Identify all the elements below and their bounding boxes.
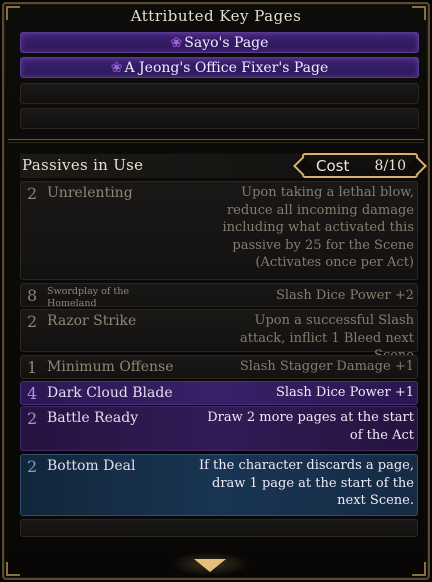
passive-name: Bottom Deal	[47, 458, 136, 474]
passive-row-battle-ready[interactable]: 2 Battle Ready Draw 2 more pages at the …	[20, 406, 418, 451]
scroll-down-arrow-icon[interactable]	[194, 559, 226, 572]
passive-description: Slash Stagger Damage +1	[239, 359, 414, 374]
key-page-label: A Jeong's Office Fixer's Page	[124, 59, 329, 76]
cost-value: 8/10	[374, 157, 406, 174]
passive-cost: 2	[27, 184, 38, 203]
passive-description: If the character discards a page, draw 1…	[198, 458, 414, 508]
passive-description: Upon taking a lethal blow, reduce all in…	[222, 185, 414, 270]
passive-row-minimum-offense[interactable]: 1 Minimum Offense Slash Stagger Damage +…	[20, 355, 418, 379]
passives-header: Passives in Use Cost 8/10	[20, 153, 420, 178]
passive-cost: 2	[27, 312, 38, 331]
frame-corner	[6, 562, 20, 576]
passive-cost: 4	[27, 384, 38, 403]
passive-cost: 1	[27, 358, 38, 377]
passive-name: Razor Strike	[47, 313, 137, 329]
passive-cost: 8	[27, 286, 38, 305]
passive-row-empty[interactable]	[20, 519, 418, 537]
passive-row-dark-cloud-blade[interactable]: 4 Dark Cloud Blade Slash Dice Power +1	[20, 381, 418, 405]
section-divider	[8, 136, 424, 144]
key-page-slot-empty[interactable]	[20, 83, 419, 104]
frame-corner	[412, 562, 426, 576]
flower-emblem-icon: ❀	[110, 59, 123, 76]
passive-name: Battle Ready	[47, 410, 139, 426]
flower-emblem-icon: ❀	[170, 34, 183, 51]
passive-description: Slash Dice Power +2	[275, 288, 414, 303]
key-pages-title: Attributed Key Pages	[130, 7, 302, 25]
passive-name: Minimum Offense	[47, 359, 174, 375]
passive-description: Draw 2 more pages at the start of the Ac…	[207, 410, 414, 443]
passive-description: Slash Dice Power +1	[275, 385, 414, 400]
passive-row-bottom-deal[interactable]: 2 Bottom Deal If the character discards …	[20, 454, 418, 516]
passive-name: Unrelenting	[47, 185, 133, 201]
passive-row-razor-strike[interactable]: 2 Razor Strike Upon a successful Slash a…	[20, 309, 418, 363]
key-page-slot-sayo[interactable]: ❀ Sayo's Page	[20, 32, 419, 53]
passives-title: Passives in Use	[22, 156, 144, 174]
key-page-slot-ajeong[interactable]: ❀ A Jeong's Office Fixer's Page	[20, 57, 419, 78]
cost-label: Cost	[316, 156, 350, 175]
passive-cost: 2	[27, 409, 38, 428]
key-page-slot-empty[interactable]	[20, 108, 419, 129]
passive-row-swordplay[interactable]: 8 Swordplay of the Homeland Slash Dice P…	[20, 283, 418, 309]
passive-name: Swordplay of the Homeland	[47, 286, 129, 309]
passive-cost: 2	[27, 457, 38, 476]
key-page-label: Sayo's Page	[184, 34, 269, 51]
cost-indicator: Cost 8/10	[302, 153, 418, 178]
passive-name: Dark Cloud Blade	[47, 385, 173, 401]
passive-row-unrelenting[interactable]: 2 Unrelenting Upon taking a lethal blow,…	[20, 181, 418, 280]
